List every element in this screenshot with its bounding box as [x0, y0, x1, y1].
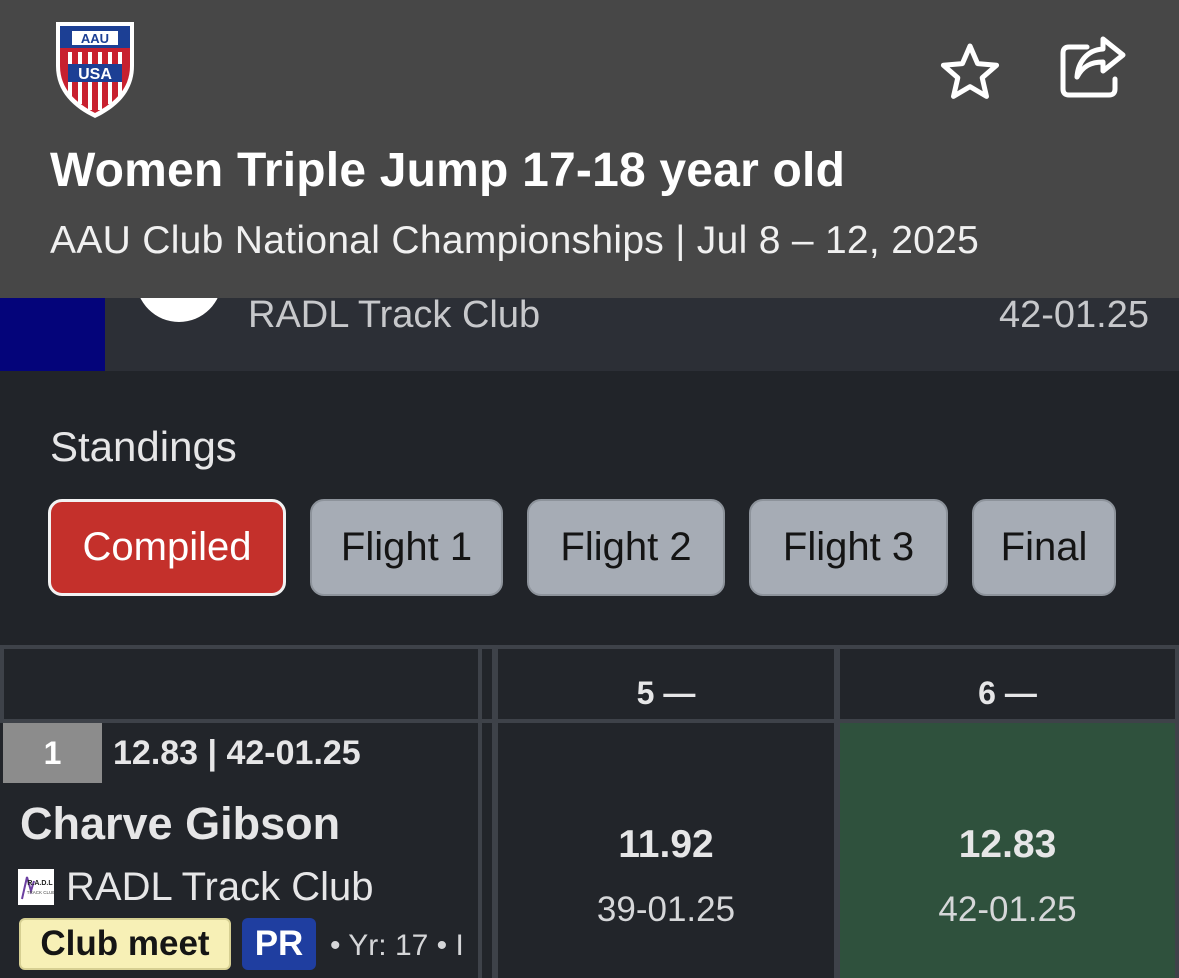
favorite-button[interactable]	[936, 40, 1004, 104]
flag-block	[0, 298, 105, 371]
tab-compiled[interactable]: Compiled	[48, 499, 286, 596]
athlete-name[interactable]: Charve Gibson	[20, 798, 340, 850]
svg-text:R.A.D.L: R.A.D.L	[27, 880, 53, 887]
tab-flight-1[interactable]: Flight 1	[310, 499, 503, 596]
share-button[interactable]	[1056, 34, 1130, 102]
event-title: Women Triple Jump 17-18 year old	[50, 144, 846, 197]
club-logo-icon: R.A.D.L TRACK CLUB	[18, 869, 55, 905]
share-icon	[1060, 36, 1126, 98]
pr-badge: PR	[242, 918, 316, 970]
tab-flight-3[interactable]: Flight 3	[749, 499, 948, 596]
aau-usa-logo: AAU USA	[50, 18, 140, 120]
results-table: 5 — 6 — 1 12.83 | 42-01.25 Charve Gibson…	[0, 645, 1179, 978]
page: RADL Track Club 42-01.25 AAU USA Women T…	[0, 0, 1179, 978]
svg-text:TRACK CLUB: TRACK CLUB	[27, 890, 54, 895]
attempt-5-metric: 11.92	[618, 823, 714, 866]
svg-text:AAU: AAU	[81, 31, 109, 46]
attempt-6-cell[interactable]: 12.83 42-01.25	[840, 723, 1175, 978]
athlete-meta: • Yr: 17 • I	[330, 929, 464, 962]
header-cell-attempt-6: 6 —	[840, 649, 1175, 719]
athlete-info[interactable]: 1 12.83 | 42-01.25 Charve Gibson R.A.D.L…	[0, 645, 478, 978]
previous-club-name: RADL Track Club	[248, 294, 541, 336]
svg-text:USA: USA	[78, 66, 112, 83]
club-meet-badge: Club meet	[19, 918, 231, 970]
club-name[interactable]: RADL Track Club	[66, 865, 374, 910]
column-spacer	[482, 649, 492, 719]
column-spacer	[482, 723, 492, 978]
meet-subtitle: AAU Club National Championships | Jul 8 …	[50, 219, 980, 262]
place-badge: 1	[3, 723, 102, 783]
standings-heading: Standings	[50, 423, 237, 470]
attempt-5-cell[interactable]: 11.92 39-01.25	[498, 723, 834, 978]
attempt-5-header: 5 —	[636, 675, 696, 711]
attempt-5-imperial: 39-01.25	[596, 890, 736, 929]
attempt-6-metric: 12.83	[958, 823, 1057, 866]
previous-mark: 42-01.25	[998, 294, 1149, 336]
tab-final[interactable]: Final	[972, 499, 1116, 596]
best-mark: 12.83 | 42-01.25	[113, 734, 361, 772]
header-cell-attempt-5: 5 —	[498, 649, 834, 719]
tab-flight-2[interactable]: Flight 2	[527, 499, 725, 596]
event-header: AAU USA Women Triple Jump 17-18 year old…	[0, 0, 1179, 298]
previous-row-strip: RADL Track Club 42-01.25	[0, 248, 1179, 371]
attempt-6-header: 6 —	[978, 675, 1037, 711]
star-icon	[940, 43, 1000, 99]
attempt-6-imperial: 42-01.25	[938, 890, 1077, 929]
